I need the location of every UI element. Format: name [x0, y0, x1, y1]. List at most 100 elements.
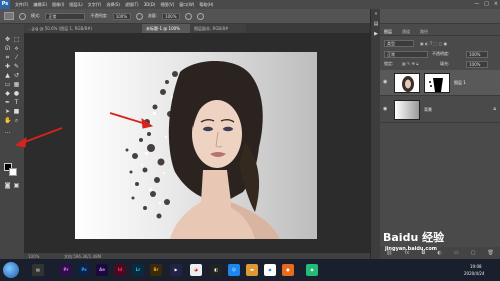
- menu-layer[interactable]: 图层(L): [69, 2, 82, 8]
- layer-opacity-field[interactable]: 100%: [466, 51, 488, 58]
- pen-tool-icon[interactable]: ✒: [4, 99, 11, 106]
- tab-channels[interactable]: 通道: [402, 28, 410, 36]
- eraser-tool-icon[interactable]: ▭: [4, 81, 11, 88]
- blend-mode-dropdown[interactable]: 正常: [384, 51, 428, 58]
- document-canvas[interactable]: [75, 52, 317, 239]
- explorer-icon[interactable]: ▤: [32, 264, 44, 276]
- qq-icon[interactable]: ☺: [228, 264, 240, 276]
- lock-label: 锁定:: [384, 61, 394, 66]
- taskbar-app-aftereffects[interactable]: Ae: [96, 264, 108, 276]
- menu-select[interactable]: 选择(S): [106, 2, 120, 8]
- layer-row-1[interactable]: ◉ 图层 1: [380, 70, 500, 96]
- layer-opacity-label: 不透明度:: [432, 51, 450, 56]
- history-brush-tool-icon[interactable]: ↺: [13, 72, 20, 79]
- quick-mask-icon[interactable]: ◙: [4, 182, 11, 189]
- more-tools-icon[interactable]: …: [4, 128, 11, 135]
- layer-1-mask-thumbnail[interactable]: [424, 73, 450, 93]
- eyedropper-tool-icon[interactable]: ⁄: [13, 54, 20, 61]
- quick-select-tool-icon[interactable]: ⟡: [13, 45, 20, 52]
- fill-label: 填充:: [440, 61, 450, 66]
- app-icon-green[interactable]: ◆: [306, 264, 318, 276]
- marquee-tool-icon[interactable]: ⬚: [13, 36, 20, 43]
- maximize-button[interactable]: □: [484, 1, 489, 7]
- watermark-brand: Baidu 经验: [383, 231, 445, 244]
- layer-kind-filter[interactable]: 类型: [384, 40, 414, 47]
- zoom-tool-icon[interactable]: ⌕: [13, 117, 20, 124]
- background-thumbnail: [394, 100, 420, 120]
- menu-image[interactable]: 图像(I): [52, 2, 64, 8]
- app-icon-orange[interactable]: ●: [282, 264, 294, 276]
- lasso-tool-icon[interactable]: ᘏ: [4, 45, 11, 52]
- lock-icon: 🔒︎: [493, 106, 496, 112]
- background-layer-name[interactable]: 背景: [424, 107, 432, 113]
- path-select-tool-icon[interactable]: ➤: [4, 108, 11, 115]
- collapse-arrows-icon[interactable]: »: [373, 11, 379, 17]
- layer-fill-field[interactable]: 100%: [466, 61, 488, 68]
- blur-tool-icon[interactable]: ◆: [4, 90, 11, 97]
- type-tool-icon[interactable]: T: [13, 99, 20, 106]
- portrait-image: [125, 61, 280, 239]
- menu-filter[interactable]: 滤镜(T): [125, 2, 139, 8]
- menu-type[interactable]: 文字(Y): [88, 2, 102, 8]
- brush-size-icon[interactable]: [19, 12, 26, 20]
- tab-document-3[interactable]: 图层副本, RGB/8#: [190, 24, 246, 33]
- flow-label: 流量:: [147, 13, 158, 18]
- menu-window[interactable]: 窗口(W): [179, 2, 194, 8]
- menu-3d[interactable]: 3D(D): [144, 2, 156, 7]
- crop-tool-icon[interactable]: ⌗: [4, 54, 11, 61]
- folder-icon[interactable]: ▬: [246, 264, 258, 276]
- chrome-icon[interactable]: ◉: [264, 264, 276, 276]
- layer-1-name[interactable]: 图层 1: [454, 80, 466, 86]
- pressure-size-icon[interactable]: [197, 12, 205, 20]
- lock-icons[interactable]: ▦ ✎ ✥ 🔒︎: [402, 60, 432, 68]
- taskbar-app-indesign[interactable]: Id: [114, 264, 126, 276]
- dodge-tool-icon[interactable]: ●: [13, 90, 20, 97]
- close-button[interactable]: ×: [494, 1, 498, 7]
- tool-preset-picker[interactable]: [4, 12, 14, 20]
- taskbar-app-premiere[interactable]: Pr: [60, 264, 72, 276]
- flow-field[interactable]: 100%: [162, 12, 181, 20]
- opacity-field[interactable]: 100%: [112, 12, 131, 20]
- tray-time: 19:08: [470, 264, 482, 269]
- taskbar-app-bridge[interactable]: Br: [150, 264, 162, 276]
- hand-tool-icon[interactable]: ✋: [4, 117, 11, 124]
- clone-stamp-tool-icon[interactable]: ▲: [4, 72, 11, 79]
- tab-document-1[interactable]: …jpg @ 50.6% (图层 1, RGB/8#): [24, 24, 142, 33]
- filter-icons[interactable]: ▣ ◐ T ⬚ ▢ ●: [420, 40, 490, 48]
- visibility-eye-icon[interactable]: ◉: [383, 106, 387, 112]
- menu-help[interactable]: 帮助(H): [199, 2, 213, 8]
- start-button[interactable]: [3, 262, 19, 278]
- media-player-icon[interactable]: ▶: [170, 264, 182, 276]
- tab-paths[interactable]: 路径: [420, 28, 428, 36]
- canvas-area[interactable]: [24, 33, 370, 253]
- background-color-swatch[interactable]: [9, 168, 17, 176]
- layers-panel: 图层 通道 路径 类型 ▣ ◐ T ⬚ ▢ ● 正常 不透明度: 100% 锁定…: [380, 24, 500, 259]
- taskbar-app-photoshop[interactable]: Ps: [78, 264, 90, 276]
- move-tool-icon[interactable]: ✥: [4, 36, 11, 43]
- menu-file[interactable]: 文件(F): [15, 2, 28, 8]
- layer-row-background[interactable]: ◉ 背景 🔒︎: [380, 97, 500, 123]
- trash-icon[interactable]: 🗑︎: [488, 250, 494, 256]
- browser-icon[interactable]: ◕: [190, 264, 202, 276]
- tray-date: 2020/4/24: [464, 271, 485, 276]
- menu-view[interactable]: 视图(V): [160, 2, 174, 8]
- brush-tool-icon[interactable]: ✎: [13, 63, 20, 70]
- pressure-opacity-icon[interactable]: [135, 12, 143, 20]
- ps-logo: Ps: [0, 0, 10, 9]
- visibility-eye-icon[interactable]: ◉: [383, 79, 387, 85]
- minimize-button[interactable]: —: [474, 1, 479, 7]
- baidu-watermark: Baidu 经验 jingyan.baidu.com: [383, 229, 473, 257]
- tab-document-2[interactable]: 未标题-1 @ 100%: [142, 24, 190, 33]
- video-app-icon[interactable]: ◧: [210, 264, 222, 276]
- airbrush-icon[interactable]: [185, 12, 193, 20]
- healing-brush-tool-icon[interactable]: ✚: [4, 63, 11, 70]
- properties-panel-icon[interactable]: ▶: [373, 31, 379, 37]
- taskbar-app-lightroom[interactable]: Lr: [132, 264, 144, 276]
- menu-edit[interactable]: 编辑(E): [33, 2, 47, 8]
- screen-mode-icon[interactable]: ▣: [13, 182, 20, 189]
- mode-dropdown[interactable]: 正常: [45, 12, 86, 20]
- gradient-tool-icon[interactable]: ▦: [13, 81, 20, 88]
- shape-tool-icon[interactable]: ■: [13, 108, 20, 115]
- tab-layers[interactable]: 图层: [384, 28, 392, 36]
- history-panel-icon[interactable]: ▤: [373, 21, 379, 27]
